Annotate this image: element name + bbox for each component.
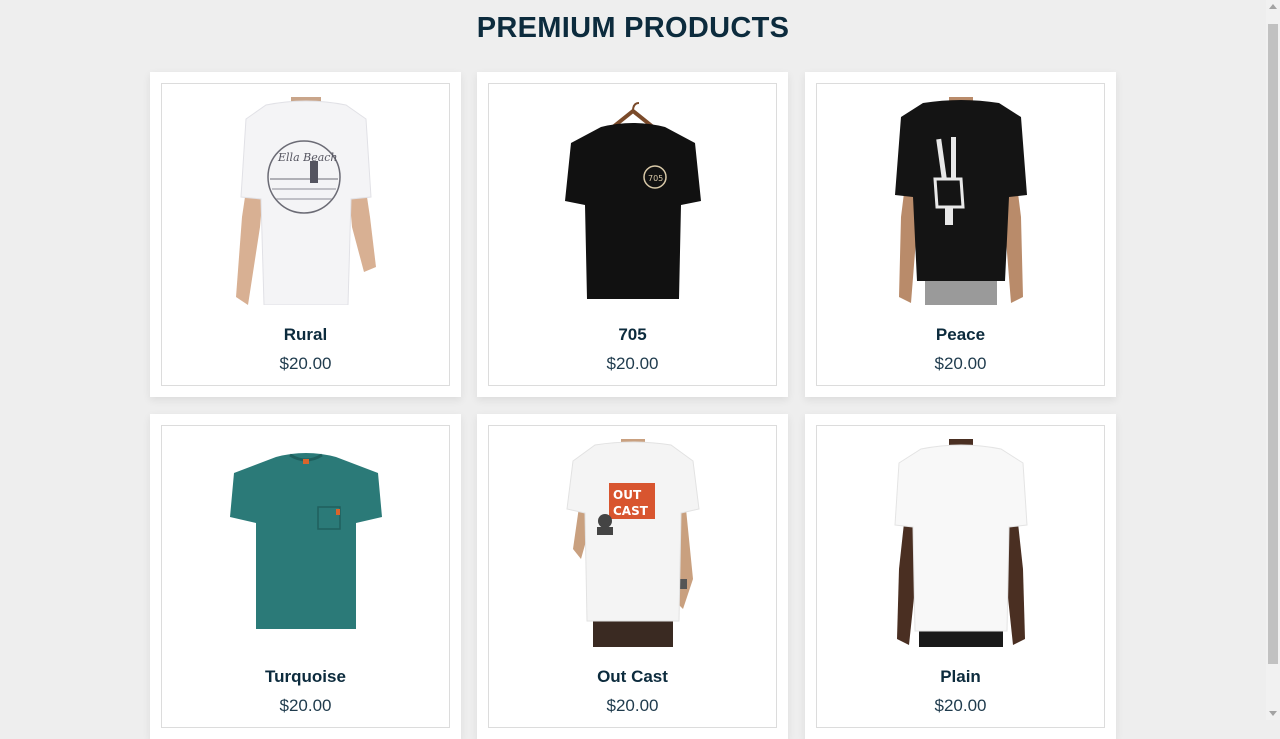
product-price: $20.00 <box>934 354 987 373</box>
product-name[interactable]: Turquoise <box>162 667 449 687</box>
black-tshirt-on-hanger-image[interactable]: 705 <box>533 97 733 305</box>
svg-text:OUT: OUT <box>613 488 642 502</box>
product-card-705[interactable]: 705 705 $20.00 <box>477 72 788 397</box>
plain-white-tshirt-image[interactable] <box>861 439 1061 647</box>
svg-text:Ella Beach: Ella Beach <box>277 151 338 164</box>
product-name[interactable]: 705 <box>489 325 776 345</box>
product-price: $20.00 <box>606 354 659 373</box>
product-name[interactable]: Out Cast <box>489 667 776 687</box>
product-price: $20.00 <box>279 696 332 715</box>
product-card-frame: 705 705 $20.00 <box>488 83 777 386</box>
page-scrollbar[interactable] <box>1266 0 1280 720</box>
product-card-plain[interactable]: Plain $20.00 <box>805 414 1116 739</box>
product-card-frame: Turquoise $20.00 <box>161 425 450 728</box>
product-card-peace[interactable]: Peace $20.00 <box>805 72 1116 397</box>
teal-pocket-tshirt-image[interactable] <box>206 439 406 647</box>
page-title: PREMIUM PRODUCTS <box>476 12 790 44</box>
product-card-out-cast[interactable]: OUT CAST Out Cast $20.00 <box>477 414 788 739</box>
scroll-down-arrow-icon[interactable] <box>1269 711 1277 716</box>
product-card-frame: OUT CAST Out Cast $20.00 <box>488 425 777 728</box>
product-card-turquoise[interactable]: Turquoise $20.00 <box>150 414 461 739</box>
product-card-frame: Plain $20.00 <box>816 425 1105 728</box>
scrollbar-thumb[interactable] <box>1268 24 1278 664</box>
svg-text:705: 705 <box>648 174 663 183</box>
product-name[interactable]: Peace <box>817 325 1104 345</box>
white-tshirt-back-print-image[interactable]: Ella Beach <box>206 97 406 305</box>
product-price: $20.00 <box>934 696 987 715</box>
scroll-up-arrow-icon[interactable] <box>1269 4 1277 9</box>
white-tshirt-outcast-print-image[interactable]: OUT CAST <box>533 439 733 647</box>
product-name[interactable]: Rural <box>162 325 449 345</box>
product-name[interactable]: Plain <box>817 667 1104 687</box>
product-card-rural[interactable]: Ella Beach Rural $20.00 <box>150 72 461 397</box>
svg-text:CAST: CAST <box>613 504 649 518</box>
product-card-frame: Ella Beach Rural $20.00 <box>161 83 450 386</box>
product-price: $20.00 <box>279 354 332 373</box>
product-price: $20.00 <box>606 696 659 715</box>
product-card-frame: Peace $20.00 <box>816 83 1105 386</box>
black-tshirt-skeleton-hand-image[interactable] <box>861 97 1061 305</box>
